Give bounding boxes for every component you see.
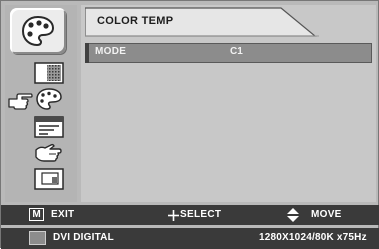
plus-icon <box>168 210 179 221</box>
row-marker <box>85 43 89 63</box>
active-menu-tile[interactable] <box>10 8 66 54</box>
menu-title: COLOR TEMP <box>97 15 174 27</box>
hand-position-icon[interactable] <box>34 142 64 164</box>
mode-value[interactable]: C1 <box>230 46 243 57</box>
pointing-hand-icon <box>7 93 33 111</box>
up-down-arrow-icon <box>287 208 299 222</box>
input-swatch <box>29 231 46 245</box>
input-source: DVI DIGITAL <box>53 232 114 243</box>
palette-icon[interactable] <box>34 88 64 110</box>
move-label: MOVE <box>311 209 342 220</box>
mode-row[interactable] <box>85 43 372 63</box>
menu-key-icon: M <box>29 208 44 221</box>
select-label: SELECT <box>180 209 222 220</box>
resolution-info: 1280X1024/80K x75Hz <box>259 232 367 243</box>
exit-label: EXIT <box>51 209 75 220</box>
palette-icon <box>21 15 55 47</box>
help-bar: EXIT SELECT MOVE <box>1 205 379 225</box>
status-bar: DVI DIGITAL 1280X1024/80K x75Hz <box>1 228 379 249</box>
screen-icon[interactable] <box>34 168 64 190</box>
picture-icon[interactable] <box>34 62 64 84</box>
image-settings-icon[interactable] <box>34 116 64 138</box>
mode-label: MODE <box>95 46 127 57</box>
osd-window: COLOR TEMP MODE C1 EXIT SELECT MOVE M DV… <box>0 0 379 249</box>
